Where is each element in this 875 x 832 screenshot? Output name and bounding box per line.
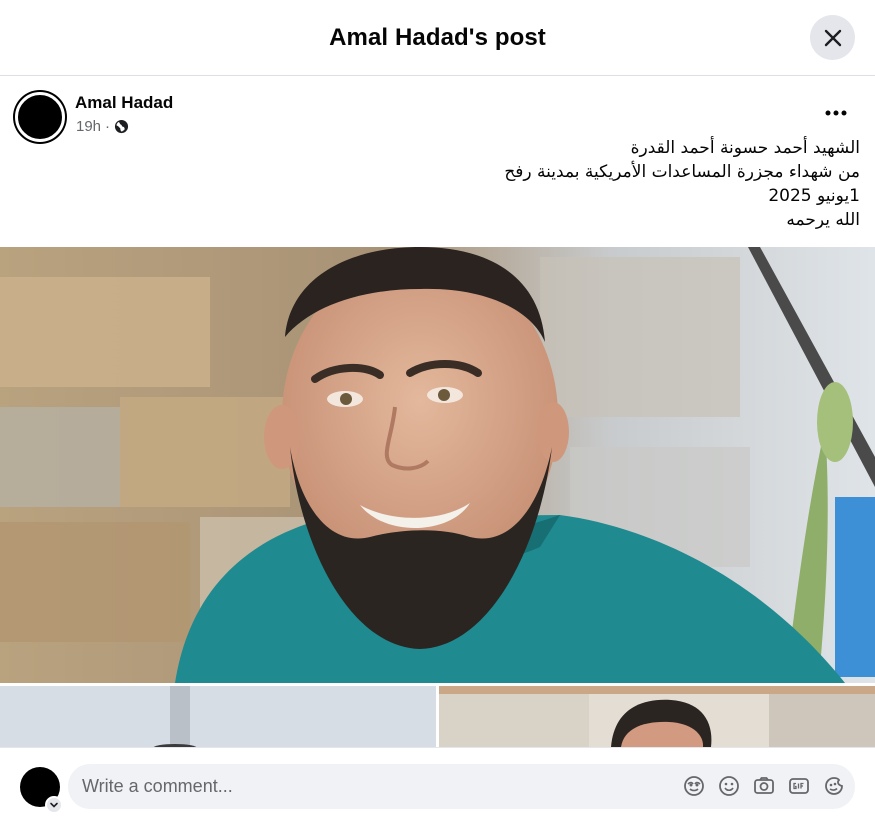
avatar-sticker-icon [684, 776, 704, 796]
photo-button[interactable] [753, 775, 775, 797]
post-text-line: الشهيد أحمد حسونة أحمد القدرة [630, 138, 860, 158]
avatar-menu-button[interactable] [45, 796, 63, 814]
close-button[interactable] [810, 15, 855, 60]
sticker-button[interactable] [823, 775, 845, 797]
emoji-button[interactable] [718, 775, 740, 797]
dialog-header: Amal Hadad's post [0, 0, 875, 76]
photo-image [0, 247, 875, 683]
comment-input[interactable] [82, 776, 642, 797]
comment-input-box[interactable] [68, 764, 855, 809]
author-avatar[interactable] [15, 92, 65, 142]
close-icon [824, 29, 841, 46]
comment-tools [683, 775, 845, 797]
sticker-icon [825, 777, 843, 795]
post-message: الشهيد أحمد حسونة أحمد القدرة من شهداء م… [260, 136, 860, 232]
photo-image [439, 686, 875, 747]
post-text-line: من شهداء مجزرة المساعدات الأمريكية بمدين… [504, 162, 860, 182]
dialog-title: Amal Hadad's post [329, 23, 546, 51]
chevron-down-icon [50, 802, 58, 808]
more-options-button[interactable] [823, 100, 849, 126]
comment-composer [0, 747, 875, 832]
author-name[interactable]: Amal Hadad [75, 93, 173, 113]
camera-icon [754, 777, 774, 794]
post-photo-2[interactable] [0, 686, 436, 747]
gif-icon [789, 778, 809, 794]
post-photo-3[interactable] [439, 686, 875, 747]
post-meta: 19h · [76, 118, 129, 135]
globe-icon[interactable] [114, 119, 129, 134]
emoji-icon [719, 776, 739, 796]
photo-image [0, 686, 436, 747]
post-timestamp[interactable]: 19h [76, 118, 101, 135]
meta-separator: · [105, 118, 111, 135]
post-text-line: 1يونيو 2025 [768, 186, 860, 206]
avatar-sticker-button[interactable] [683, 775, 705, 797]
post-text-line: الله يرحمه [786, 210, 860, 230]
gif-button[interactable] [788, 775, 810, 797]
post-photo-main[interactable] [0, 247, 875, 683]
more-icon [825, 110, 847, 116]
post-dialog: Amal Hadad's post Amal Hadad 19h · الشهي… [0, 0, 875, 832]
